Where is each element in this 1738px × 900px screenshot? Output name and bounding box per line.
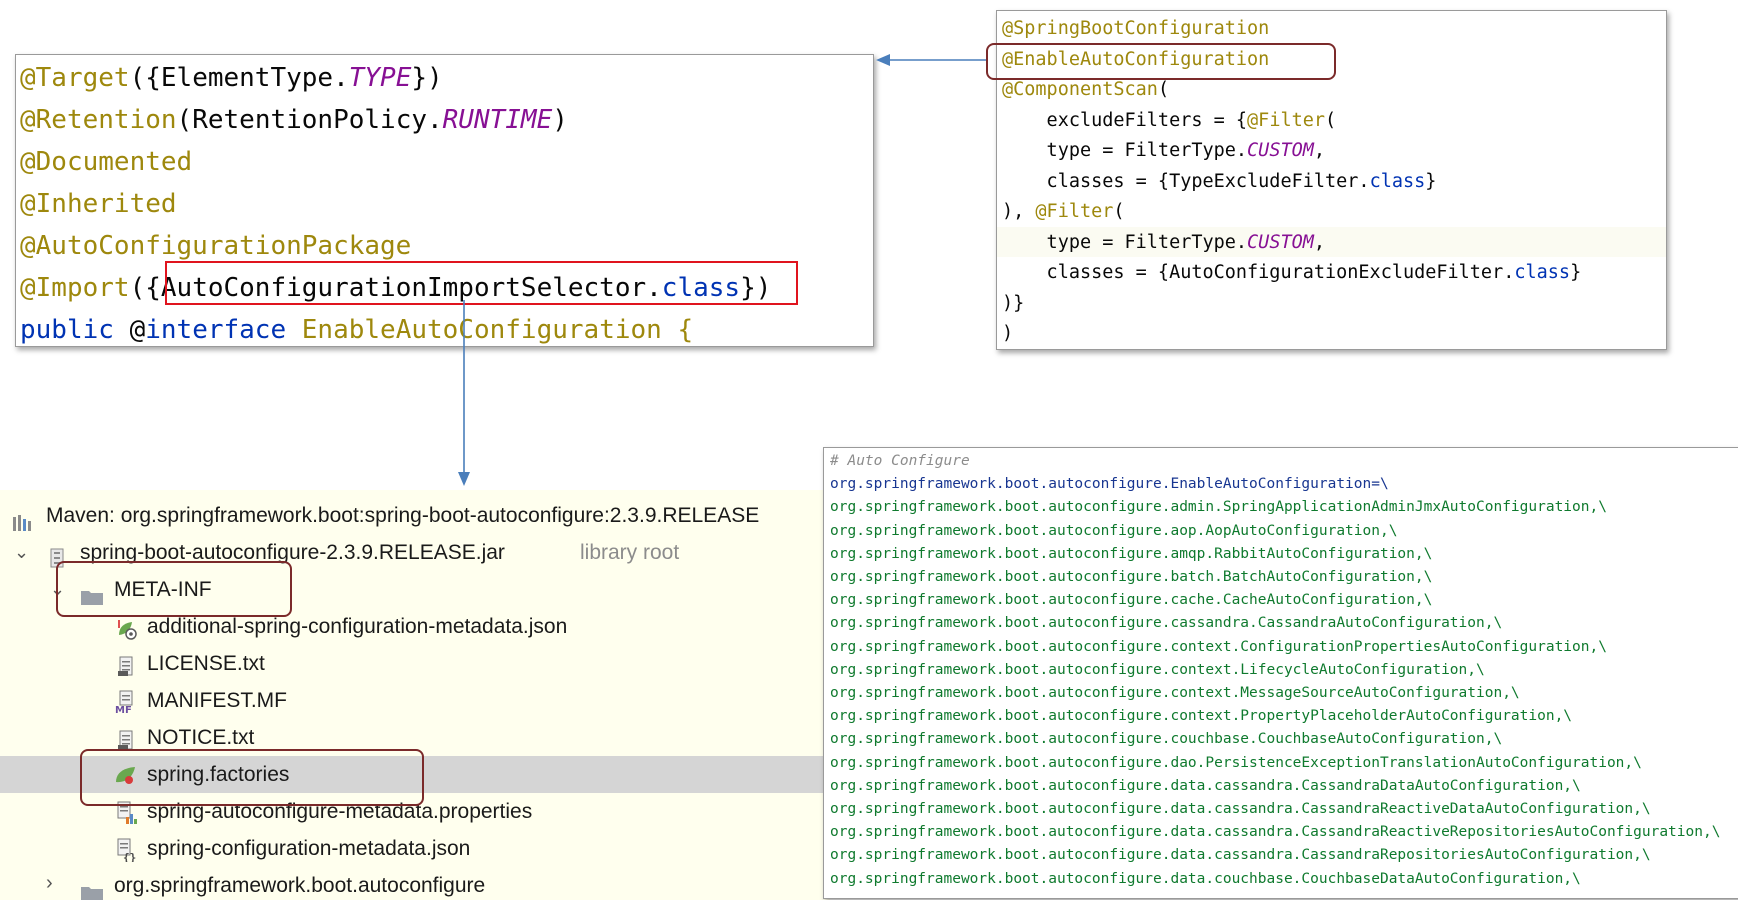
text-file-icon	[118, 727, 136, 750]
code-line-documented: @Documented	[20, 147, 193, 177]
factories-entry: org.springframework.boot.autoconfigure.c…	[830, 708, 1573, 725]
enable-auto-configuration-code-panel: @Target({ElementType.TYPE}) @Retention(R…	[15, 54, 874, 347]
factories-entry: org.springframework.boot.autoconfigure.d…	[830, 777, 1581, 794]
factories-key: org.springframework.boot.autoconfigure.E…	[830, 476, 1389, 493]
factories-entry: org.springframework.boot.autoconfigure.d…	[830, 870, 1581, 887]
arrow-head-down	[458, 472, 470, 486]
factories-entry: org.springframework.boot.autoconfigure.c…	[830, 615, 1503, 632]
chevron-down-icon: ⌄	[14, 542, 30, 562]
boot-line-5: type = FilterType.CUSTOM,	[1002, 140, 1326, 161]
chevron-right-icon: ›	[46, 872, 53, 894]
boot-line-8: type = FilterType.CUSTOM,	[1002, 231, 1326, 253]
manifest-file-icon: MF	[114, 689, 138, 716]
factories-entry: org.springframework.boot.autoconfigure.d…	[830, 824, 1721, 841]
text-file-icon	[118, 653, 136, 676]
enable-auto-configuration-highlight-box	[986, 43, 1336, 80]
boot-line-9: classes = {AutoConfigurationExcludeFilte…	[1002, 262, 1582, 283]
package-label: org.springframework.boot.autoconfigure	[114, 874, 486, 897]
spring-factories-content-panel: # Auto Configure org.springframework.boo…	[823, 447, 1738, 899]
factories-entry: org.springframework.boot.autoconfigure.a…	[830, 522, 1398, 539]
factories-entry: org.springframework.boot.autoconfigure.c…	[830, 592, 1433, 609]
tree-row-file-manifest[interactable]: MF MANIFEST.MF	[0, 682, 830, 719]
boot-line-10: )}	[1002, 292, 1025, 314]
factories-entry: org.springframework.boot.autoconfigure.b…	[830, 569, 1433, 585]
factories-entry: org.springframework.boot.autoconfigure.c…	[830, 731, 1503, 748]
boot-line-4: excludeFilters = {@Filter(	[1002, 109, 1337, 131]
boot-line-7: ), @Filter(	[1002, 201, 1125, 222]
code-line-interface-declaration: public @interface EnableAutoConfiguratio…	[20, 315, 694, 345]
import-selector-highlight-box	[165, 261, 798, 305]
package-folder-icon	[80, 877, 104, 900]
project-tree-panel: Maven: org.springframework.boot:spring-b…	[0, 490, 830, 900]
tree-row-maven-library[interactable]: Maven: org.springframework.boot:spring-b…	[0, 497, 830, 534]
library-icon	[12, 507, 36, 531]
factories-entry: org.springframework.boot.autoconfigure.c…	[830, 661, 1485, 678]
svg-text:{}: {}	[123, 851, 136, 862]
file-label: spring-configuration-metadata.json	[147, 837, 471, 860]
factories-entry: org.springframework.boot.autoconfigure.d…	[830, 801, 1651, 817]
factories-entry: org.springframework.boot.autoconfigure.d…	[830, 847, 1651, 864]
maven-library-label: Maven: org.springframework.boot:spring-b…	[46, 504, 760, 527]
tree-row-file-license[interactable]: LICENSE.txt	[0, 645, 830, 682]
arrow-head-left	[876, 54, 890, 66]
json-file-icon: {}	[116, 837, 138, 864]
code-line-inherited: @Inherited	[20, 189, 177, 219]
factories-entry: org.springframework.boot.autoconfigure.c…	[830, 685, 1520, 701]
factories-entry: org.springframework.boot.autoconfigure.d…	[830, 754, 1642, 771]
boot-line-6: classes = {TypeExcludeFilter.class}	[1002, 170, 1437, 192]
svg-text:MF: MF	[115, 705, 132, 714]
library-root-hint: library root	[580, 541, 680, 564]
tree-row-file-configuration-metadata[interactable]: {} spring-configuration-metadata.json	[0, 830, 830, 867]
json-settings-icon	[116, 616, 140, 640]
factories-entry: org.springframework.boot.autoconfigure.a…	[830, 545, 1433, 562]
factories-comment: # Auto Configure	[830, 453, 970, 469]
boot-line-1: @SpringBootConfiguration	[1002, 18, 1270, 39]
factories-entry: org.springframework.boot.autoconfigure.a…	[830, 499, 1607, 516]
boot-line-11: )	[1002, 323, 1014, 344]
code-line-target: @Target({ElementType.TYPE})	[20, 63, 443, 93]
tree-row-package[interactable]: › org.springframework.boot.autoconfigure	[0, 867, 830, 900]
file-label: LICENSE.txt	[147, 652, 265, 675]
spring-factories-highlight-box	[80, 749, 424, 806]
file-label: MANIFEST.MF	[147, 689, 287, 712]
code-line-retention: @Retention(RetentionPolicy.RUNTIME)	[20, 105, 568, 135]
factories-entry: org.springframework.boot.autoconfigure.c…	[830, 638, 1607, 655]
jar-icon	[50, 543, 64, 568]
meta-inf-highlight-box	[56, 561, 292, 617]
